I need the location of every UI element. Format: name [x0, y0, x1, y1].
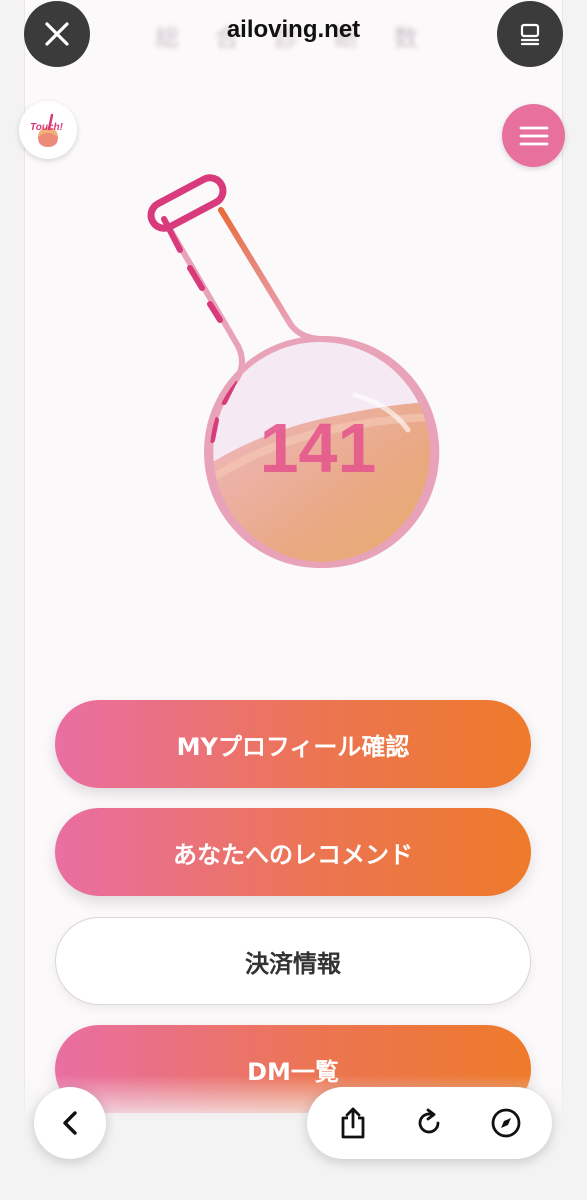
flask-graphic: 141: [147, 174, 440, 568]
compass-icon: [491, 1108, 521, 1138]
back-button[interactable]: [34, 1087, 106, 1159]
tabs-icon: [520, 23, 540, 46]
close-icon: [45, 22, 69, 46]
share-button[interactable]: [329, 1099, 377, 1147]
diagnosis-count: 141: [260, 409, 377, 487]
menu-button[interactable]: [502, 104, 565, 167]
logo-text: Touch!: [30, 122, 64, 133]
my-profile-button[interactable]: MYプロフィール確認: [55, 700, 531, 788]
hamburger-menu-icon: [519, 126, 548, 145]
reload-icon: [419, 1108, 440, 1134]
share-icon: [341, 1107, 365, 1139]
close-button[interactable]: [24, 1, 90, 67]
recommend-button[interactable]: あなたへのレコメンド: [55, 808, 531, 896]
open-in-safari-button[interactable]: [482, 1099, 530, 1147]
payment-info-button[interactable]: 決済情報: [55, 917, 531, 1005]
page: 総 合 診 断 数 ailoving.net Touch! 141 MYプロフィ…: [0, 0, 587, 1200]
reload-button[interactable]: [405, 1099, 453, 1147]
browser-actions-bar: [307, 1087, 552, 1159]
site-logo[interactable]: Touch!: [19, 101, 77, 159]
chevron-left-icon: [63, 1111, 77, 1135]
tabs-button[interactable]: [497, 1, 563, 67]
logo-icon: Touch!: [30, 113, 64, 147]
